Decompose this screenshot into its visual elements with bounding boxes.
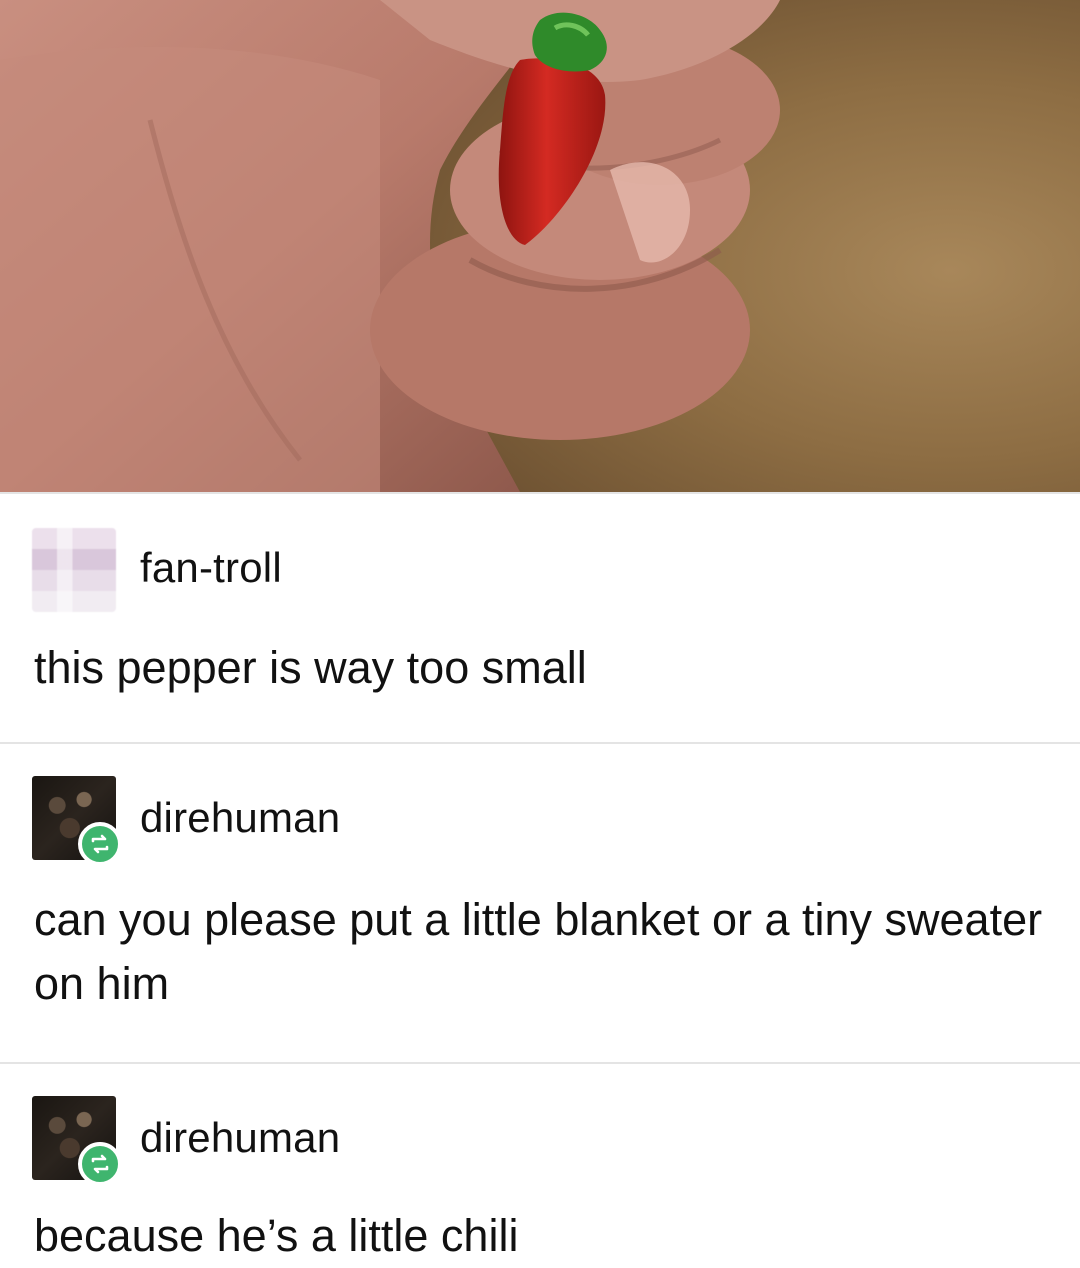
username[interactable]: fan-troll <box>140 544 282 592</box>
post-text: can you please put a little blanket or a… <box>34 894 1043 1009</box>
post-direhuman: direhuman can you please put a little bl… <box>0 744 1080 1062</box>
avatar[interactable] <box>32 1096 122 1186</box>
post-direhuman: direhuman because he’s a little chili <box>0 1064 1080 1268</box>
avatar[interactable] <box>32 528 116 612</box>
post-fan-troll: fan-troll this pepper is way too small <box>0 492 1080 742</box>
avatar[interactable] <box>32 776 122 866</box>
post-photo[interactable] <box>0 0 1080 492</box>
reblog-icon <box>78 822 122 866</box>
post-text: this pepper is way too small <box>34 642 587 693</box>
username[interactable]: direhuman <box>140 1114 340 1162</box>
username[interactable]: direhuman <box>140 794 340 842</box>
hand-holding-pepper-image <box>0 0 780 492</box>
post-text: because he’s a little chili <box>34 1210 519 1261</box>
blurred-avatar-image <box>32 528 116 612</box>
reblog-icon <box>78 1142 122 1186</box>
